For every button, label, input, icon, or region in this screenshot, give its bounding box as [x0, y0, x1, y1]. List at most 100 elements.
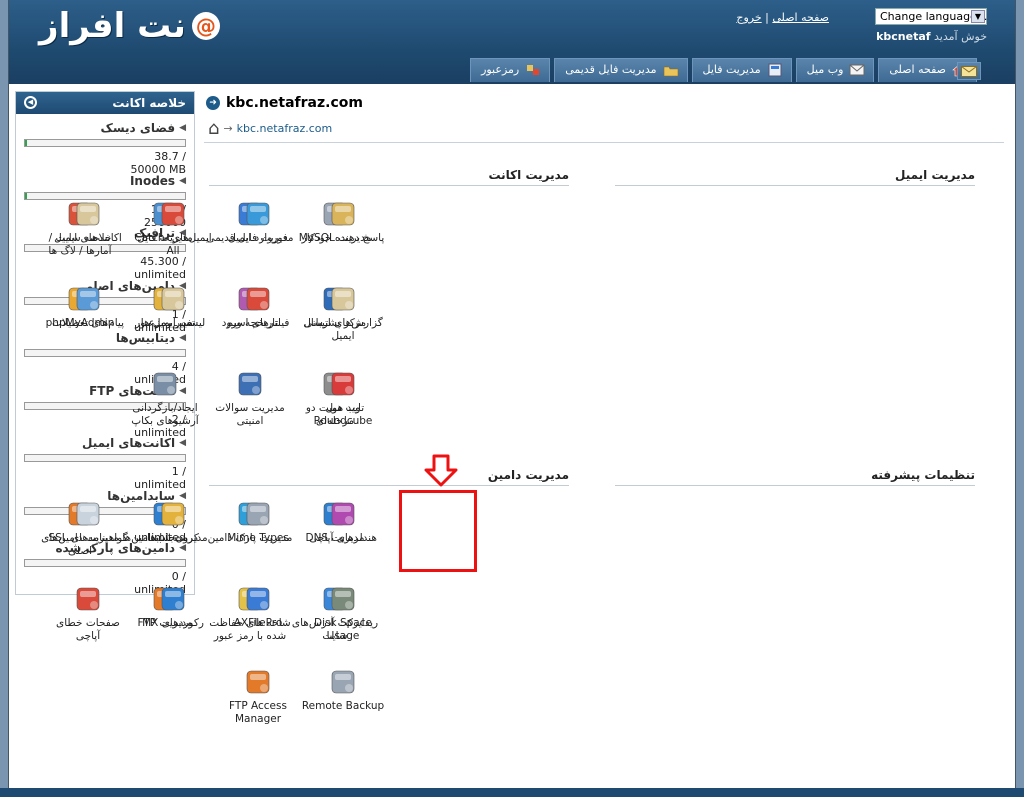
tool-label: گواهینامه‌های SSL — [48, 532, 128, 544]
tool-label: FTP Access Manager — [229, 700, 287, 725]
tool-label: Mime Types — [227, 532, 289, 544]
usage-bar — [24, 454, 186, 462]
logo-mark-icon: @ — [191, 12, 220, 40]
tool-autoresponder[interactable]: پاسخ دهنده خودکار — [299, 200, 387, 245]
tool-label: لیست ایمیل ها — [140, 317, 206, 329]
usage-bar — [24, 559, 186, 567]
tool-vacation[interactable]: پیام‌های تعطیلات — [44, 285, 132, 330]
tool-mx-record[interactable]: رکوردهای MX — [129, 585, 217, 630]
tool-label: Remote Backup — [301, 700, 385, 712]
mail-icon — [849, 63, 865, 77]
tab-label: وب میل — [806, 63, 844, 76]
tool-label: فیلترهای اسپم — [226, 317, 290, 329]
tool-spam-filter[interactable]: فیلترهای اسپم — [214, 285, 302, 330]
tab-file-manager[interactable]: مدیریت فایل — [691, 58, 792, 82]
logout-link[interactable]: خروج — [736, 11, 761, 24]
stat-4: ◀دیتابیس‌ها4 / unlimited — [16, 324, 194, 386]
tool-apache-handler[interactable]: هندلرهای آپاچی — [299, 500, 387, 545]
tool-mailing-list[interactable]: لیست ایمیل ها — [129, 285, 217, 330]
usage-bar — [24, 139, 186, 147]
cron-icon — [159, 500, 187, 528]
tool-remote-backup[interactable]: Remote Backup — [299, 668, 387, 713]
tab-label: مدیریت فایل قدیمی — [565, 63, 657, 76]
main-content: ➜ kbc.netafraz.com ⌂ → kbc.netafraz.com — [204, 91, 1004, 143]
triangle-icon: ◀ — [179, 175, 186, 186]
header: نت افراز @ صفحه اصلی | خروج Change langu… — [9, 0, 1015, 84]
tool-disk-usage[interactable]: Disk Space Usage — [299, 585, 387, 643]
tool-ftp-access[interactable]: FTP Access Manager — [214, 668, 302, 726]
tool-backup[interactable]: ایجاد/بازگردانی آرشیوهای بکاپ — [121, 370, 209, 428]
mailing-list-icon — [159, 285, 187, 313]
section-account: مدیریت اکانت — [209, 168, 569, 186]
forward-icon — [244, 200, 272, 228]
usage-bar — [24, 349, 186, 357]
logo-text: نت افراز — [39, 6, 186, 46]
tool-mime-types[interactable]: Mime Types — [214, 500, 302, 545]
breadcrumb-arrow-icon: → — [223, 122, 233, 135]
tool-label: AXFilePro — [233, 617, 283, 629]
security-question-icon — [236, 370, 264, 398]
stat-6: ◀ اکانت‌های ایمیل 1 / unlimited — [16, 429, 194, 491]
triangle-icon: ◀ — [179, 490, 186, 501]
username: kbcnetaf — [876, 30, 931, 43]
triangle-icon: ◀ — [179, 333, 186, 343]
triangle-icon: ◀ — [179, 123, 186, 133]
backup-icon — [151, 370, 179, 398]
tool-error-pages[interactable]: صفحات خطای آپاچی — [44, 585, 132, 643]
home-icon[interactable]: ⌂ — [208, 118, 219, 139]
account-summary-header[interactable]: خلاصه اکانت ◀ — [16, 92, 194, 114]
home-link[interactable]: صفحه اصلی — [772, 11, 829, 24]
stat-label: ◀ دیتابیس‌ها — [24, 331, 186, 345]
stat-label: ◀ فضای دیسک — [24, 121, 186, 135]
stat-label-text: اکانت‌های ایمیل — [81, 436, 176, 450]
stat-label-text: فضای دیسک — [100, 121, 176, 135]
tool-roundcube[interactable]: وب میل Roundcube — [299, 370, 387, 428]
tab-label: صفحه اصلی — [889, 63, 946, 76]
arrow-right-icon: ➜ — [206, 96, 220, 110]
tool-cron[interactable]: کرون‌جاب‌ها — [129, 500, 217, 545]
breadcrumb-link[interactable]: kbc.netafraz.com — [237, 122, 333, 135]
spam-filter-icon — [244, 285, 272, 313]
tab-legacy-file-manager[interactable]: مدیریت فایل قدیمی — [554, 58, 688, 82]
welcome-text: خوش آمدید kbcnetaf — [876, 30, 987, 43]
tab-webmail[interactable]: وب میل — [795, 58, 875, 82]
tab-password[interactable]: رمزعبور — [470, 58, 551, 82]
tool-label: کرون‌جاب‌ها — [147, 532, 199, 544]
tool-catch-all[interactable]: ایمیل‌های Catch-All — [129, 200, 217, 258]
collapse-icon[interactable]: ◀ — [24, 96, 37, 109]
section-title: مدیریت اکانت — [209, 168, 569, 186]
account-summary-title: خلاصه اکانت — [112, 96, 186, 110]
section-title: مدیریت ایمیل — [615, 168, 975, 186]
axfilepro-icon — [244, 585, 272, 613]
tool-ssl[interactable]: گواهینامه‌های SSL — [44, 500, 132, 545]
language-select[interactable]: Change language... ▼ — [875, 8, 987, 25]
tool-label: وب میل Roundcube — [313, 402, 373, 427]
tool-label: اکانت‌های ایمیل — [54, 232, 122, 244]
section-title: تنظیمات پیشرفته — [615, 468, 975, 486]
stat-label: ◀ اکانت‌های ایمیل — [24, 436, 186, 450]
tool-label: گزارش‌های ارسال ایمیل — [303, 317, 383, 342]
tool-forward[interactable]: فوروارد ایمیل — [214, 200, 302, 245]
triangle-icon: ◀ — [179, 438, 186, 448]
chevron-down-icon[interactable]: ▼ — [971, 10, 985, 23]
tool-axfilepro[interactable]: AXFilePro — [214, 585, 302, 630]
autoresponder-icon — [329, 200, 357, 228]
file-icon — [767, 63, 783, 77]
email-accounts-icon — [74, 200, 102, 228]
footer-bar — [0, 788, 1024, 797]
mail-notification-icon[interactable] — [957, 62, 981, 80]
page-frame: نت افراز @ صفحه اصلی | خروج Change langu… — [8, 0, 1016, 797]
usage-bar-fill — [25, 140, 27, 146]
disk-usage-icon — [329, 585, 357, 613]
tool-security-question[interactable]: مدیریت سوالات امنیتی — [206, 370, 294, 428]
usage-bar — [24, 191, 186, 200]
tool-email-accounts[interactable]: اکانت‌های ایمیل — [44, 200, 132, 245]
tool-mail-report[interactable]: گزارش‌های ارسال ایمیل — [299, 285, 387, 343]
welcome-prefix: خوش آمدید — [934, 30, 987, 43]
logo[interactable]: نت افراز @ — [39, 6, 220, 46]
folder-icon — [663, 63, 679, 77]
stat-0: ◀ فضای دیسک 38.7 / 50000 MB — [16, 114, 194, 176]
domain-name: kbc.netafraz.com — [226, 95, 363, 111]
section-title: مدیریت دامین — [209, 468, 569, 486]
mail-report-icon — [329, 285, 357, 313]
